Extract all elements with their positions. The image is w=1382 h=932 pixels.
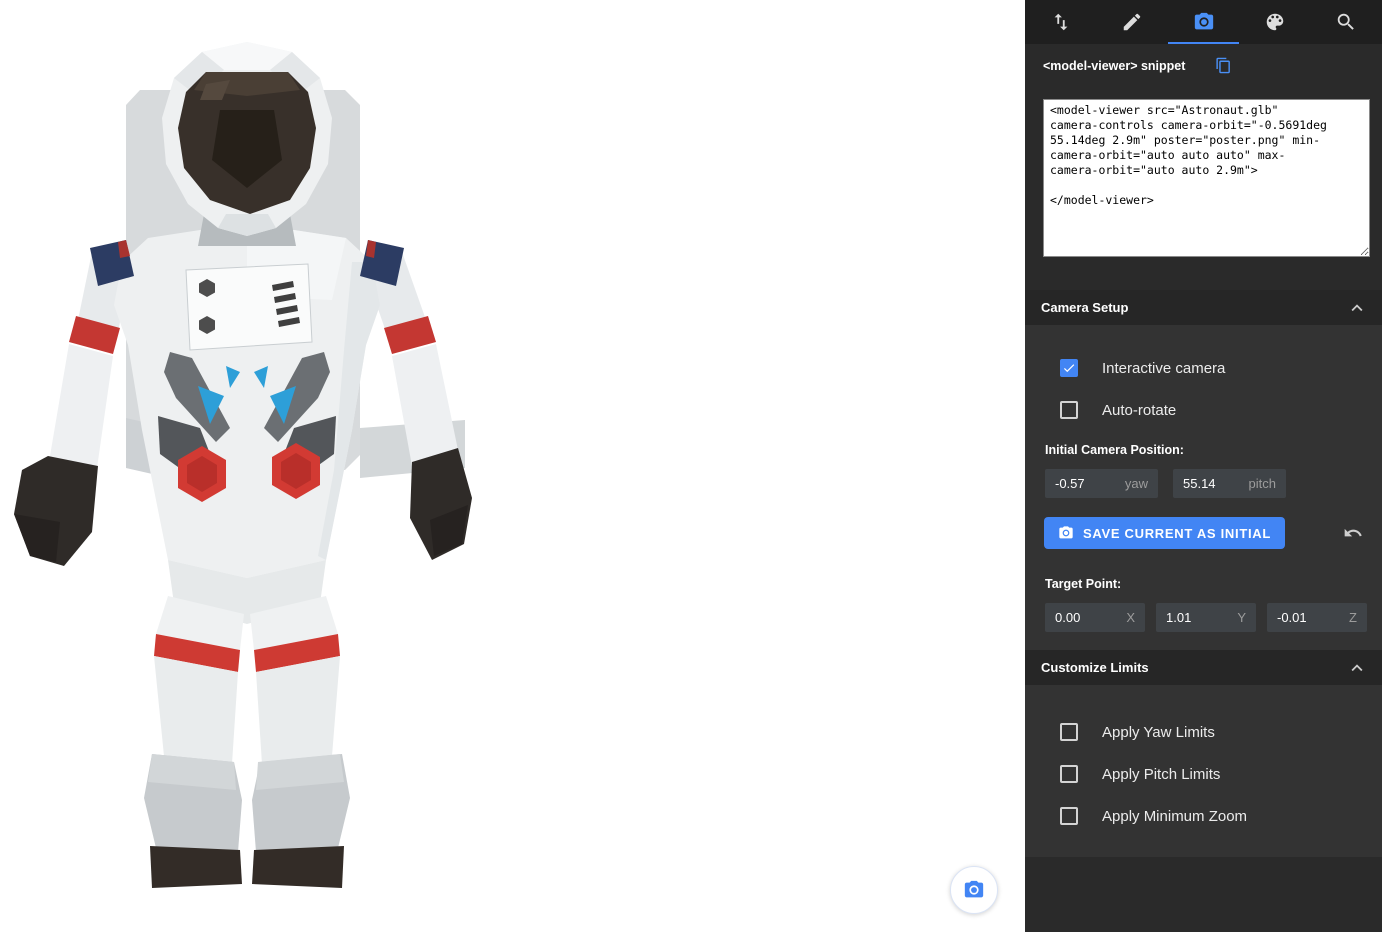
search-icon xyxy=(1335,11,1357,33)
initial-camera-position-label: Initial Camera Position: xyxy=(1045,443,1382,457)
apply-yaw-limits-checkbox[interactable] xyxy=(1060,723,1078,741)
camera-setup-header[interactable]: Camera Setup xyxy=(1025,290,1382,325)
target-y-input[interactable] xyxy=(1166,610,1224,625)
interactive-camera-row[interactable]: Interactive camera xyxy=(1060,359,1382,377)
palette-icon xyxy=(1264,11,1286,33)
snippet-section: <model-viewer> snippet <model-viewer src… xyxy=(1025,44,1382,290)
tab-camera[interactable] xyxy=(1168,0,1239,44)
save-button-label: SAVE CURRENT AS INITIAL xyxy=(1083,526,1271,541)
initial-position-fields: yaw pitch xyxy=(1045,469,1382,498)
tab-file-controls[interactable] xyxy=(1025,0,1096,44)
apply-yaw-limits-label: Apply Yaw Limits xyxy=(1102,724,1215,741)
auto-rotate-checkbox[interactable] xyxy=(1060,401,1078,419)
yaw-input[interactable] xyxy=(1055,476,1113,491)
edit-pencil-icon xyxy=(1121,11,1143,33)
pitch-input[interactable] xyxy=(1183,476,1241,491)
tab-materials[interactable] xyxy=(1239,0,1310,44)
apply-pitch-limits-row[interactable]: Apply Pitch Limits xyxy=(1060,765,1382,783)
apply-minimum-zoom-checkbox[interactable] xyxy=(1060,807,1078,825)
snippet-title: <model-viewer> snippet xyxy=(1043,59,1185,73)
yaw-unit-label: yaw xyxy=(1125,476,1148,491)
interactive-camera-checkbox[interactable] xyxy=(1060,359,1078,377)
model-viewport[interactable] xyxy=(0,0,1025,932)
tab-edit[interactable] xyxy=(1096,0,1167,44)
camera-icon xyxy=(1058,525,1074,541)
customize-limits-header[interactable]: Customize Limits xyxy=(1025,650,1382,685)
customize-limits-content: Apply Yaw Limits Apply Pitch Limits Appl… xyxy=(1025,685,1382,857)
screenshot-fab-button[interactable] xyxy=(950,866,998,914)
chevron-up-icon xyxy=(1346,657,1368,679)
target-x-unit-label: X xyxy=(1126,610,1135,625)
camera-setup-content: Interactive camera Auto-rotate Initial C… xyxy=(1025,325,1382,650)
copy-icon xyxy=(1215,57,1232,74)
copy-snippet-button[interactable] xyxy=(1215,57,1232,74)
import-export-icon xyxy=(1050,11,1072,33)
panel-toolbar xyxy=(1025,0,1382,44)
tab-inspector[interactable] xyxy=(1311,0,1382,44)
apply-yaw-limits-row[interactable]: Apply Yaw Limits xyxy=(1060,723,1382,741)
apply-pitch-limits-label: Apply Pitch Limits xyxy=(1102,766,1220,783)
camera-setup-title: Camera Setup xyxy=(1041,300,1128,315)
camera-icon xyxy=(963,879,985,901)
panel-filler xyxy=(1025,857,1382,932)
undo-icon xyxy=(1343,523,1363,543)
target-y-field[interactable]: Y xyxy=(1156,603,1256,632)
camera-icon xyxy=(1193,11,1215,33)
chevron-up-icon xyxy=(1346,297,1368,319)
astronaut-model[interactable] xyxy=(0,0,1025,932)
interactive-camera-label: Interactive camera xyxy=(1102,360,1225,377)
target-point-label: Target Point: xyxy=(1045,577,1382,591)
editor-panel: <model-viewer> snippet <model-viewer src… xyxy=(1025,0,1382,932)
undo-button[interactable] xyxy=(1343,523,1363,543)
apply-minimum-zoom-label: Apply Minimum Zoom xyxy=(1102,808,1247,825)
target-z-unit-label: Z xyxy=(1349,610,1357,625)
customize-limits-title: Customize Limits xyxy=(1041,660,1149,675)
target-x-field[interactable]: X xyxy=(1045,603,1145,632)
save-current-as-initial-button[interactable]: SAVE CURRENT AS INITIAL xyxy=(1044,517,1285,549)
target-z-field[interactable]: Z xyxy=(1267,603,1367,632)
target-y-unit-label: Y xyxy=(1237,610,1246,625)
auto-rotate-label: Auto-rotate xyxy=(1102,402,1176,419)
save-row: SAVE CURRENT AS INITIAL xyxy=(1044,517,1363,549)
check-icon xyxy=(1062,360,1076,376)
apply-minimum-zoom-row[interactable]: Apply Minimum Zoom xyxy=(1060,807,1382,825)
auto-rotate-row[interactable]: Auto-rotate xyxy=(1060,401,1382,419)
pitch-unit-label: pitch xyxy=(1249,476,1276,491)
target-z-input[interactable] xyxy=(1277,610,1335,625)
yaw-field[interactable]: yaw xyxy=(1045,469,1158,498)
target-point-fields: X Y Z xyxy=(1045,603,1382,632)
pitch-field[interactable]: pitch xyxy=(1173,469,1286,498)
snippet-code-textarea[interactable]: <model-viewer src="Astronaut.glb" camera… xyxy=(1043,99,1370,257)
apply-pitch-limits-checkbox[interactable] xyxy=(1060,765,1078,783)
target-x-input[interactable] xyxy=(1055,610,1113,625)
